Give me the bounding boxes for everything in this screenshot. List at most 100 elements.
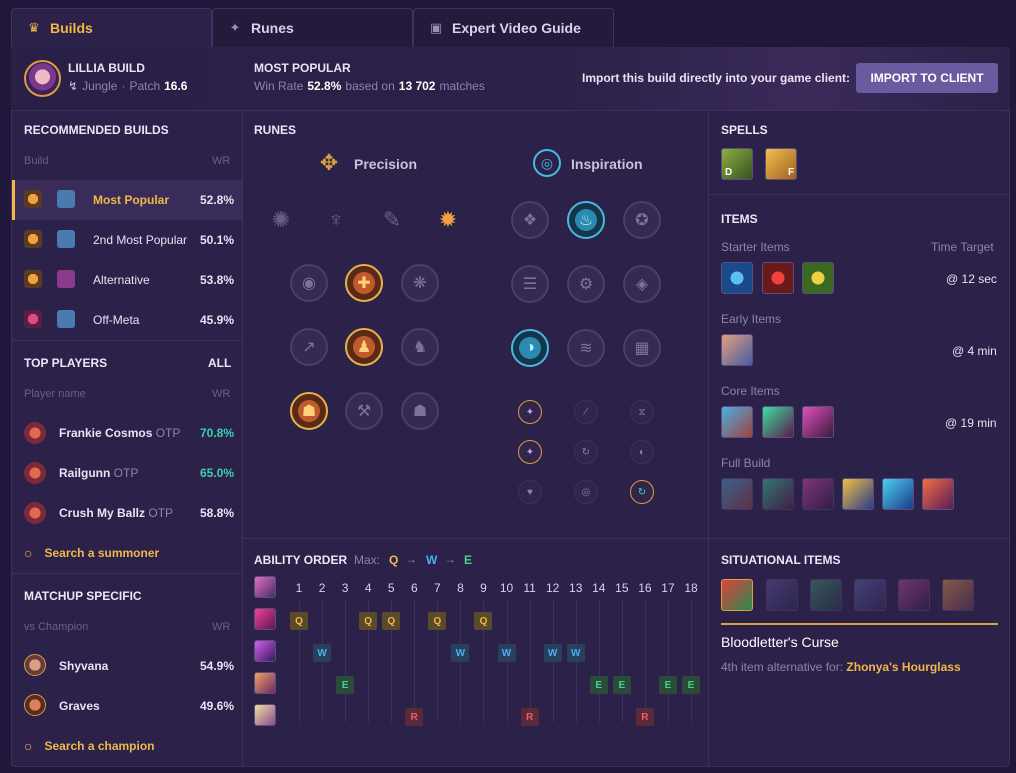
smite-spell-icon[interactable]: D (721, 148, 753, 180)
flash-spell-icon[interactable]: F (765, 148, 797, 180)
rune[interactable]: ▦ (623, 329, 661, 367)
import-prompt: Import this build directly into your gam… (582, 71, 851, 85)
build-name: Off-Meta (93, 313, 140, 327)
rank-emblem-icon (24, 502, 46, 524)
col-player: Player name (24, 388, 86, 400)
level-number: 14 (592, 581, 606, 595)
item-icon[interactable] (842, 478, 874, 510)
skill-point-e: E (612, 676, 631, 694)
build-row-2nd[interactable]: 2nd Most Popular 50.1% (24, 229, 234, 251)
situational-item-selected[interactable] (721, 579, 753, 611)
item-icon[interactable] (882, 478, 914, 510)
ward-icon[interactable] (802, 262, 834, 294)
player-row[interactable]: Frankie Cosmos OTP 70.8% (24, 422, 234, 444)
shard[interactable]: ⧖ (630, 400, 654, 424)
rune[interactable]: ⚙ (567, 265, 605, 303)
shard[interactable]: ↻ (574, 440, 598, 464)
rune[interactable]: ♞ (401, 328, 439, 366)
divider (242, 112, 243, 766)
situational-item[interactable] (854, 579, 886, 611)
item-icon[interactable] (721, 406, 753, 438)
rune-selected[interactable]: ☗ (290, 392, 328, 430)
q-ability-icon (254, 608, 276, 630)
level-number: 8 (457, 581, 464, 595)
rune[interactable]: ☗ (401, 392, 439, 430)
tab-bar: ♛ Builds ✦ Runes ▣ Expert Video Guide (11, 8, 614, 47)
player-row[interactable]: Crush My Ballz OTP 58.8% (24, 502, 234, 524)
rune[interactable]: ✪ (623, 201, 661, 239)
champion-title: LILLIA BUILD (68, 61, 145, 75)
rune-selected[interactable]: ♟ (345, 328, 383, 366)
matchup-row[interactable]: Shyvana 54.9% (24, 654, 234, 678)
rune[interactable]: ❋ (401, 264, 439, 302)
level-number: 16 (638, 581, 652, 595)
level-number: 13 (569, 581, 583, 595)
divider (709, 194, 1009, 195)
tab-runes[interactable]: ✦ Runes (212, 8, 413, 47)
e-ability-icon (254, 672, 276, 694)
rune-selected[interactable]: ◑ (511, 329, 549, 367)
item-icon[interactable] (721, 262, 753, 294)
rune[interactable]: ☰ (511, 265, 549, 303)
keystone-rune[interactable]: ♆ (319, 203, 353, 237)
item-icon[interactable] (762, 406, 794, 438)
build-row-off-meta[interactable]: Off-Meta 45.9% (24, 309, 234, 331)
build-row-alternative[interactable]: Alternative 53.8% (24, 269, 234, 291)
rune-selected[interactable]: ✚ (345, 264, 383, 302)
skill-point-q: Q (359, 612, 378, 630)
rune[interactable]: ↗ (290, 328, 328, 366)
keystone-rune-selected[interactable]: ✹ (431, 203, 465, 237)
max-q: Q (389, 553, 399, 567)
top-players-title: TOP PLAYERS (24, 356, 108, 370)
import-button[interactable]: IMPORT TO CLIENT (856, 63, 998, 93)
all-link[interactable]: ALL (208, 356, 231, 370)
shard[interactable]: ⁄ (574, 400, 598, 424)
level-number: 11 (523, 581, 536, 595)
potion-icon[interactable] (762, 262, 794, 294)
search-summoner[interactable]: ○ Search a summoner (24, 545, 159, 561)
player-name: Railgunn OTP (59, 466, 139, 480)
section-label: MOST POPULAR (254, 61, 351, 75)
tab-video-guide[interactable]: ▣ Expert Video Guide (413, 8, 614, 47)
item-icon[interactable] (762, 478, 794, 510)
item-icon[interactable] (721, 478, 753, 510)
rune-selected[interactable]: ♨ (567, 201, 605, 239)
shard[interactable]: ◎ (574, 480, 598, 504)
matchup-row[interactable]: Graves 49.6% (24, 694, 234, 718)
passive-icon (254, 576, 276, 598)
item-icon[interactable] (802, 478, 834, 510)
tab-builds[interactable]: ♛ Builds (11, 8, 212, 47)
situational-item[interactable] (810, 579, 842, 611)
item-icon[interactable] (721, 334, 753, 366)
divider (708, 112, 709, 766)
skill-point-r: R (520, 708, 539, 726)
rune[interactable]: ◈ (623, 265, 661, 303)
shard-selected[interactable]: ✦ (518, 440, 542, 464)
player-row[interactable]: Railgunn OTP 65.0% (24, 462, 234, 484)
build-wr: 52.8% (200, 193, 235, 207)
skill-point-q: Q (382, 612, 401, 630)
rune[interactable]: ❖ (511, 201, 549, 239)
situational-item[interactable] (766, 579, 798, 611)
search-champion[interactable]: ○ Search a champion (24, 738, 155, 754)
skill-point-r: R (635, 708, 654, 726)
rune[interactable]: ≋ (567, 329, 605, 367)
shard-selected[interactable]: ↻ (630, 480, 654, 504)
build-row-most-popular[interactable]: Most Popular 52.8% (24, 189, 234, 211)
shard[interactable]: ◐ (630, 440, 654, 464)
grid-line (667, 600, 669, 722)
shard[interactable]: ♥ (518, 480, 542, 504)
keystone-rune[interactable]: ✺ (264, 203, 298, 237)
shard-selected[interactable]: ✦ (518, 400, 542, 424)
situational-item[interactable] (898, 579, 930, 611)
rune[interactable]: ⚒ (345, 392, 383, 430)
item-icon[interactable] (922, 478, 954, 510)
item-icon[interactable] (802, 406, 834, 438)
skill-point-q: Q (474, 612, 493, 630)
situational-item[interactable] (942, 579, 974, 611)
level-number: 18 (684, 581, 698, 595)
secondary-tree: Inspiration (571, 156, 643, 172)
keystone-rune[interactable]: ✎ (375, 203, 409, 237)
level-number: 12 (545, 581, 560, 595)
rune[interactable]: ◉ (290, 264, 328, 302)
